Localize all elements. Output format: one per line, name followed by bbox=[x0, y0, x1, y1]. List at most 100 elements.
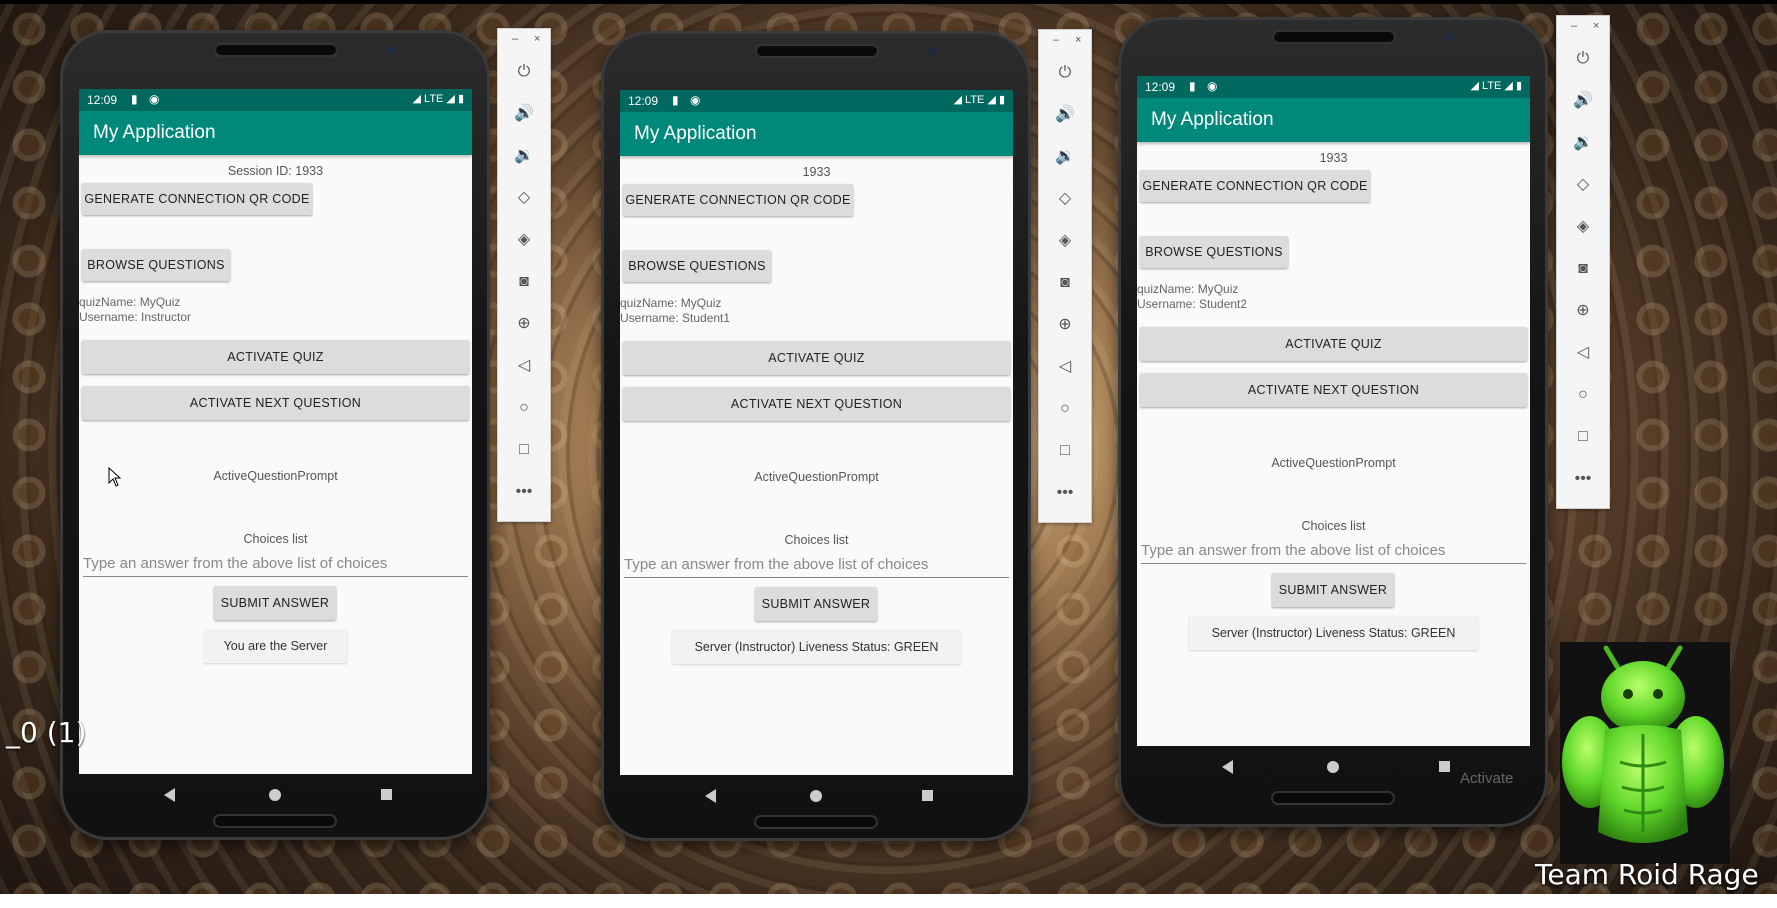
network-type: LTE bbox=[965, 94, 985, 106]
rotate-right-icon[interactable]: ◈ bbox=[1039, 226, 1091, 256]
status-bar: 12:09 ▮ ◉ ◢ LTE ◢ ▮ bbox=[79, 89, 472, 111]
power-icon[interactable]: ⏻ bbox=[1557, 44, 1609, 74]
liveness-status-text: Server (Instructor) Liveness Status: GRE… bbox=[1189, 616, 1478, 650]
minimize-button[interactable]: – bbox=[512, 33, 518, 45]
front-camera bbox=[929, 47, 937, 55]
choices-list: Choices list bbox=[784, 533, 849, 547]
generate-qr-button[interactable]: GENERATE CONNECTION QR CODE bbox=[1140, 170, 1370, 202]
rotate-left-icon[interactable]: ◇ bbox=[1557, 170, 1609, 200]
nav-home-icon[interactable] bbox=[1327, 761, 1339, 773]
volume-up-icon[interactable]: 🔊 bbox=[1557, 86, 1609, 116]
nav-back-icon[interactable] bbox=[705, 789, 716, 803]
overview-icon[interactable]: □ bbox=[498, 435, 550, 465]
generate-qr-button[interactable]: GENERATE CONNECTION QR CODE bbox=[82, 183, 312, 215]
back-icon[interactable]: ◁ bbox=[498, 351, 550, 381]
rotate-right-icon[interactable]: ◈ bbox=[1557, 212, 1609, 242]
browse-questions-button[interactable]: BROWSE QUESTIONS bbox=[623, 250, 771, 282]
choices-list: Choices list bbox=[1301, 519, 1366, 533]
close-button[interactable]: × bbox=[1593, 20, 1599, 32]
answer-input[interactable]: Type an answer from the above list of ch… bbox=[624, 555, 1009, 578]
camera-icon[interactable]: ◙ bbox=[498, 267, 550, 297]
activate-next-question-button[interactable]: ACTIVATE NEXT QUESTION bbox=[82, 386, 469, 420]
home-icon[interactable]: ○ bbox=[1039, 394, 1091, 424]
nav-back-icon[interactable] bbox=[164, 788, 175, 802]
app-title: My Application bbox=[93, 122, 216, 143]
camera-icon[interactable]: ◙ bbox=[1557, 254, 1609, 284]
bottom-speaker bbox=[756, 817, 876, 827]
volume-down-icon[interactable]: 🔉 bbox=[1557, 128, 1609, 158]
zoom-icon[interactable]: ⊕ bbox=[1039, 310, 1091, 340]
server-status-text: You are the Server bbox=[204, 629, 347, 663]
active-question-prompt: ActiveQuestionPrompt bbox=[1271, 456, 1396, 470]
volume-up-icon[interactable]: 🔊 bbox=[498, 99, 550, 129]
rotate-left-icon[interactable]: ◇ bbox=[1039, 184, 1091, 214]
activate-next-question-button[interactable]: ACTIVATE NEXT QUESTION bbox=[623, 387, 1010, 421]
browse-questions-button[interactable]: BROWSE QUESTIONS bbox=[82, 249, 230, 281]
bottom-speaker bbox=[215, 816, 335, 826]
earpiece bbox=[1274, 32, 1394, 42]
zoom-icon[interactable]: ⊕ bbox=[1557, 296, 1609, 326]
power-icon[interactable]: ⏻ bbox=[1039, 58, 1091, 88]
volume-down-icon[interactable]: 🔉 bbox=[498, 141, 550, 171]
quiz-name-text: quizName: MyQuiz bbox=[620, 296, 722, 310]
battery-icon: ◢ ▮ bbox=[443, 93, 464, 105]
app-title: My Application bbox=[1151, 109, 1274, 130]
session-id-text: Session ID: 1933 bbox=[227, 164, 324, 178]
generate-qr-button[interactable]: GENERATE CONNECTION QR CODE bbox=[623, 184, 853, 216]
status-time: 12:09 bbox=[628, 94, 659, 108]
zoom-icon[interactable]: ⊕ bbox=[498, 309, 550, 339]
wifi-icon: ◢ bbox=[1470, 80, 1483, 92]
liveness-status-text: Server (Instructor) Liveness Status: GRE… bbox=[672, 630, 961, 664]
browse-questions-button[interactable]: BROWSE QUESTIONS bbox=[1140, 236, 1288, 268]
wifi-icon: ◢ bbox=[953, 94, 966, 106]
volume-down-icon[interactable]: 🔉 bbox=[1039, 142, 1091, 172]
answer-input[interactable]: Type an answer from the above list of ch… bbox=[83, 554, 468, 577]
rotate-right-icon[interactable]: ◈ bbox=[498, 225, 550, 255]
phone-screen: 12:09 ▮ ◉ ◢ LTE ◢ ▮ My Application Sessi… bbox=[79, 89, 472, 774]
more-icon[interactable]: ••• bbox=[1039, 478, 1091, 508]
nav-overview-icon[interactable] bbox=[922, 790, 933, 801]
more-icon[interactable]: ••• bbox=[498, 477, 550, 507]
activate-quiz-button[interactable]: ACTIVATE QUIZ bbox=[623, 341, 1010, 375]
nav-overview-icon[interactable] bbox=[381, 789, 392, 800]
session-id-text: 1933 bbox=[802, 165, 831, 179]
minimize-button[interactable]: – bbox=[1571, 20, 1577, 32]
signal-battery-icons: ◢ LTE ◢ ▮ bbox=[1471, 79, 1523, 92]
back-icon[interactable]: ◁ bbox=[1039, 352, 1091, 382]
close-button[interactable]: × bbox=[1075, 34, 1081, 46]
battery-icon: ◢ ▮ bbox=[984, 94, 1005, 106]
nav-home-icon[interactable] bbox=[269, 789, 281, 801]
submit-answer-button[interactable]: SUBMIT ANSWER bbox=[1272, 573, 1394, 607]
rotate-left-icon[interactable]: ◇ bbox=[498, 183, 550, 213]
camera-icon[interactable]: ◙ bbox=[1039, 268, 1091, 298]
app-title: My Application bbox=[634, 123, 757, 144]
sd-card-icon: ▮ ◉ bbox=[672, 93, 705, 107]
activate-quiz-button[interactable]: ACTIVATE QUIZ bbox=[1140, 327, 1527, 361]
volume-up-icon[interactable]: 🔊 bbox=[1039, 100, 1091, 130]
submit-answer-button[interactable]: SUBMIT ANSWER bbox=[755, 587, 877, 621]
choices-list: Choices list bbox=[243, 532, 308, 546]
top-border bbox=[0, 0, 1777, 4]
answer-input[interactable]: Type an answer from the above list of ch… bbox=[1141, 541, 1526, 564]
video-caption: _0 (1) bbox=[6, 716, 87, 749]
nav-back-icon[interactable] bbox=[1222, 760, 1233, 774]
overview-icon[interactable]: □ bbox=[1039, 436, 1091, 466]
home-icon[interactable]: ○ bbox=[498, 393, 550, 423]
submit-answer-button[interactable]: SUBMIT ANSWER bbox=[214, 586, 336, 620]
back-icon[interactable]: ◁ bbox=[1557, 338, 1609, 368]
android-mascot-image bbox=[1560, 642, 1730, 864]
network-type: LTE bbox=[1482, 80, 1502, 92]
emulator-phone-2: 12:09 ▮ ◉ ◢ LTE ◢ ▮ My Application 1933 … bbox=[601, 31, 1031, 841]
power-icon[interactable]: ⏻ bbox=[498, 57, 550, 87]
minimize-button[interactable]: – bbox=[1053, 34, 1059, 46]
bottom-speaker bbox=[1273, 793, 1393, 803]
activate-next-question-button[interactable]: ACTIVATE NEXT QUESTION bbox=[1140, 373, 1527, 407]
nav-overview-icon[interactable] bbox=[1439, 761, 1450, 772]
close-button[interactable]: × bbox=[534, 33, 540, 45]
home-icon[interactable]: ○ bbox=[1557, 380, 1609, 410]
nav-home-icon[interactable] bbox=[810, 790, 822, 802]
more-icon[interactable]: ••• bbox=[1557, 464, 1609, 494]
overview-icon[interactable]: □ bbox=[1557, 422, 1609, 452]
activate-quiz-button[interactable]: ACTIVATE QUIZ bbox=[82, 340, 469, 374]
network-type: LTE bbox=[424, 93, 444, 105]
